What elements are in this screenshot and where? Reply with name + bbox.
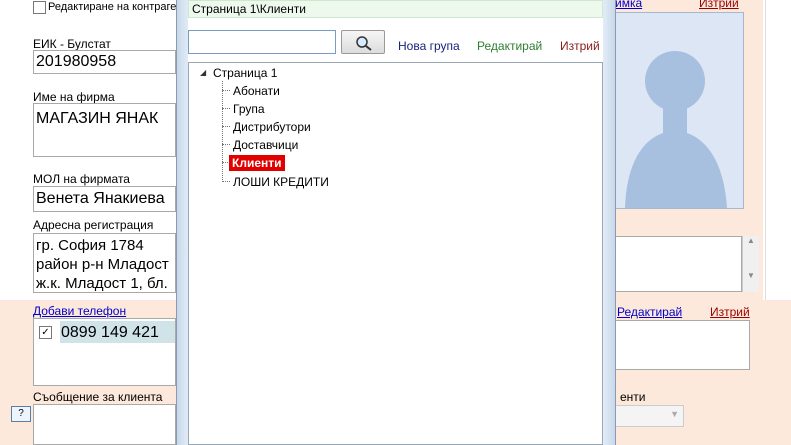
notes-scrollbar[interactable]: ▲ ▼ xyxy=(742,236,759,292)
group-search-input[interactable] xyxy=(188,30,336,54)
right-field-label: енти xyxy=(620,390,646,404)
eik-field[interactable]: 201980958 xyxy=(33,50,176,74)
right-white-strip xyxy=(763,0,791,300)
search-button[interactable] xyxy=(341,30,385,54)
tree-item-abonati[interactable]: Абонати xyxy=(233,84,280,98)
company-name-field[interactable]: МАГАЗИН ЯНАК xyxy=(33,103,176,157)
edit-group-link[interactable]: Редактирай xyxy=(477,39,542,53)
search-icon xyxy=(356,36,372,51)
tree-connector xyxy=(222,90,230,91)
mol-label: МОЛ на фирмата xyxy=(33,172,130,186)
tree-connector xyxy=(222,144,230,145)
scroll-down-icon[interactable]: ▼ xyxy=(743,271,759,280)
contact-photo xyxy=(614,12,744,209)
phone-delete-link[interactable]: Изтрий xyxy=(710,305,750,319)
tree-connector xyxy=(222,81,223,182)
phone-edit-link[interactable]: Редактирай xyxy=(617,305,682,319)
address-line: ж.к. Младост 1, бл. xyxy=(36,275,168,292)
phone-details-field xyxy=(614,320,750,370)
eik-label: ЕИК - Булстат xyxy=(33,37,111,51)
expand-arrow-icon[interactable]: ◢ xyxy=(200,68,206,77)
chevron-down-icon: ▼ xyxy=(670,409,679,419)
tree-item-distributori[interactable]: Дистрибутори xyxy=(233,120,311,134)
delete-group-link[interactable]: Изтрий xyxy=(560,39,600,53)
right-divider xyxy=(765,0,766,300)
tree-connector xyxy=(222,126,230,127)
address-label: Адресна регистрация xyxy=(33,218,154,232)
phone-number: 0899 149 421 xyxy=(61,324,159,341)
scroll-up-icon[interactable]: ▲ xyxy=(743,236,759,245)
new-group-link[interactable]: Нова група xyxy=(398,39,460,53)
edit-contragent-label: Редактиране на контрагент xyxy=(48,1,188,13)
mol-field[interactable]: Венета Янакиева xyxy=(33,186,176,212)
photo-delete-link[interactable]: Изтрий xyxy=(699,0,739,10)
tree-root[interactable]: Страница 1 xyxy=(213,66,277,80)
photo-link[interactable]: имка xyxy=(615,0,642,10)
add-phone-link[interactable]: Добави телефон xyxy=(33,304,126,318)
address-line: гр. София 1784 xyxy=(36,237,144,254)
dialog-path-bar: Страница 1\Клиенти xyxy=(188,0,603,18)
client-message-label: Съобщение за клиента xyxy=(33,390,163,404)
tree-item-loshi-krediti[interactable]: ЛОШИ КРЕДИТИ xyxy=(233,175,329,189)
tree-item-klienti-selected[interactable]: Клиенти xyxy=(229,155,285,171)
tree-connector xyxy=(222,108,230,109)
phone-checkbox[interactable]: ✓ xyxy=(39,326,52,339)
tree-item-dostavchici[interactable]: Доставчици xyxy=(233,138,298,152)
dialog-frame-right xyxy=(603,0,616,445)
tree-item-grupa[interactable]: Група xyxy=(233,102,265,116)
help-button[interactable]: ? xyxy=(11,406,31,422)
right-dropdown[interactable]: ▼ xyxy=(614,405,684,427)
address-field[interactable]: гр. София 1784 район р-н Младост ж.к. Мл… xyxy=(33,233,176,293)
address-line: район р-н Младост xyxy=(36,256,169,273)
edit-contragent-checkbox[interactable] xyxy=(33,1,46,14)
notes-field[interactable] xyxy=(614,236,742,292)
client-message-field[interactable] xyxy=(33,404,176,445)
person-silhouette-icon xyxy=(625,51,727,208)
tree-connector xyxy=(222,181,230,182)
company-label: Име на фирма xyxy=(33,90,115,104)
